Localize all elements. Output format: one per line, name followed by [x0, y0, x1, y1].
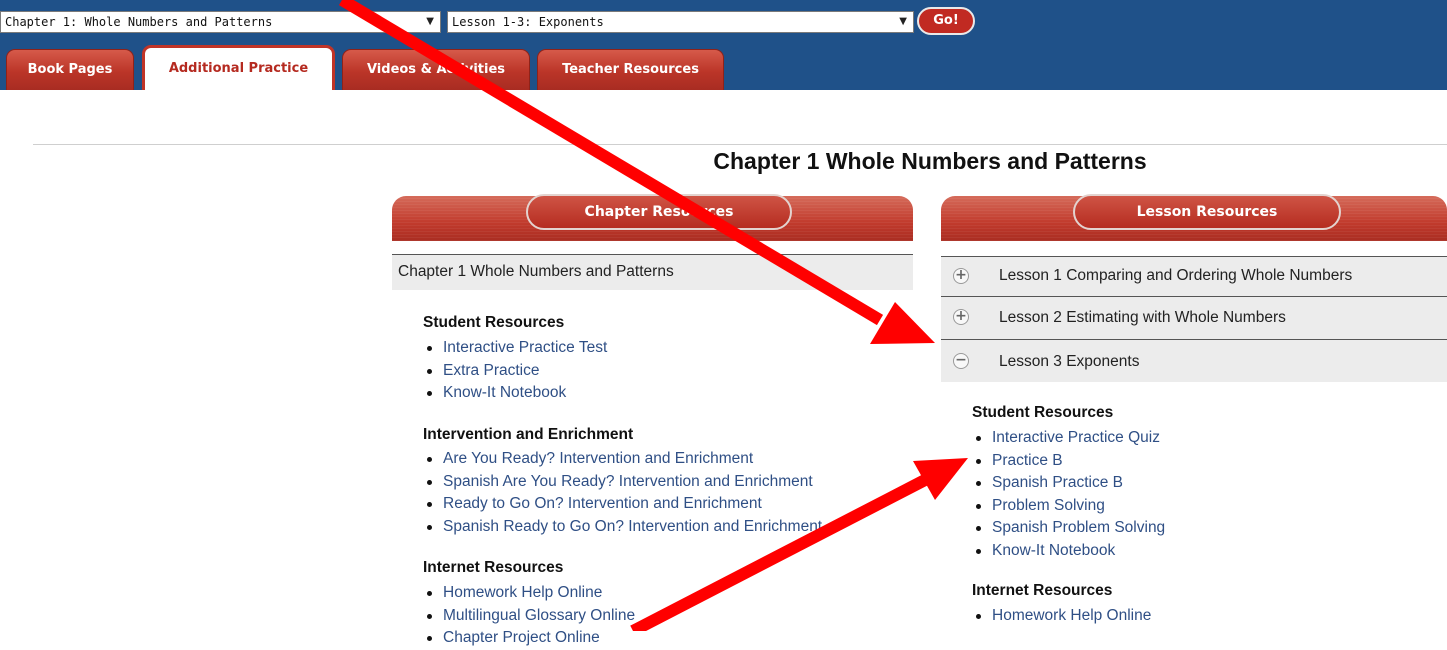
lesson-select-value: Lesson 1-3: Exponents	[452, 15, 604, 29]
dropdown-arrow-icon: ▼	[426, 16, 434, 27]
chapter-resources-header: Chapter Resources	[392, 194, 913, 241]
resource-link[interactable]: Practice B	[972, 450, 1165, 473]
divider	[33, 144, 1447, 145]
resource-link[interactable]: Spanish Ready to Go On? Intervention and…	[423, 516, 822, 539]
section-heading: Internet Resources	[972, 582, 1113, 599]
lesson-resources-header: Lesson Resources	[941, 194, 1447, 241]
chapter-internet-list: Homework Help Online Multilingual Glossa…	[423, 582, 635, 650]
lesson-internet-list: Homework Help Online	[972, 605, 1151, 628]
resource-link[interactable]: Multilingual Glossary Online	[423, 605, 635, 628]
tab-book-pages[interactable]: Book Pages	[6, 49, 134, 90]
chapter-select[interactable]: Chapter 1: Whole Numbers and Patterns ▼	[0, 11, 441, 33]
go-button[interactable]: Go!	[917, 7, 975, 35]
lesson-resources-title: Lesson Resources	[1073, 194, 1341, 230]
section-heading: Intervention and Enrichment	[423, 426, 634, 443]
lesson-student-resources-list: Interactive Practice Quiz Practice B Spa…	[972, 427, 1165, 562]
lesson-row-label: Lesson 1 Comparing and Ordering Whole Nu…	[999, 267, 1353, 284]
resource-link[interactable]: Spanish Are You Ready? Intervention and …	[423, 471, 822, 494]
chapter-student-resources-list: Interactive Practice Test Extra Practice…	[423, 337, 607, 405]
resource-link[interactable]: Chapter Project Online	[423, 627, 635, 650]
page-title: Chapter 1 Whole Numbers and Patterns	[713, 148, 1147, 174]
top-navigation-bar: Chapter 1: Whole Numbers and Patterns ▼ …	[0, 0, 1447, 90]
resource-link[interactable]: Extra Practice	[423, 360, 607, 383]
chapter-select-value: Chapter 1: Whole Numbers and Patterns	[5, 15, 273, 29]
section-heading: Internet Resources	[423, 559, 564, 576]
lesson-row-label: Lesson 3 Exponents	[999, 353, 1140, 370]
resource-link[interactable]: Know-It Notebook	[972, 540, 1165, 563]
chapter-intervention-list: Are You Ready? Intervention and Enrichme…	[423, 448, 822, 538]
annotation-arrow-1-head	[870, 302, 935, 344]
collapse-minus-icon[interactable]: −	[953, 353, 969, 369]
expand-plus-icon[interactable]: +	[953, 309, 969, 325]
resource-link[interactable]: Problem Solving	[972, 495, 1165, 518]
expand-plus-icon[interactable]: +	[953, 268, 969, 284]
resource-link[interactable]: Interactive Practice Quiz	[972, 427, 1165, 450]
chapter-row-label: Chapter 1 Whole Numbers and Patterns	[398, 263, 674, 280]
section-heading: Student Resources	[972, 404, 1114, 421]
resource-link[interactable]: Know-It Notebook	[423, 382, 607, 405]
lesson-select[interactable]: Lesson 1-3: Exponents ▼	[447, 11, 914, 33]
resource-link[interactable]: Homework Help Online	[972, 605, 1151, 628]
resource-link[interactable]: Spanish Problem Solving	[972, 517, 1165, 540]
resource-link[interactable]: Ready to Go On? Intervention and Enrichm…	[423, 493, 822, 516]
resource-link[interactable]: Interactive Practice Test	[423, 337, 607, 360]
chapter-row[interactable]: Chapter 1 Whole Numbers and Patterns	[392, 254, 913, 290]
dropdown-arrow-icon: ▼	[899, 16, 907, 27]
tab-teacher-resources[interactable]: Teacher Resources	[537, 49, 724, 90]
lesson-row-3[interactable]: − Lesson 3 Exponents	[941, 339, 1447, 382]
lesson-row-label: Lesson 2 Estimating with Whole Numbers	[999, 309, 1286, 326]
lesson-row-2[interactable]: + Lesson 2 Estimating with Whole Numbers	[941, 296, 1447, 339]
section-heading: Student Resources	[423, 314, 565, 331]
tab-videos-activities[interactable]: Videos & Activities	[342, 49, 530, 90]
chapter-resources-title: Chapter Resources	[526, 194, 792, 230]
lesson-row-1[interactable]: + Lesson 1 Comparing and Ordering Whole …	[941, 256, 1447, 296]
resource-link[interactable]: Spanish Practice B	[972, 472, 1165, 495]
resource-link[interactable]: Are You Ready? Intervention and Enrichme…	[423, 448, 822, 471]
resource-link[interactable]: Homework Help Online	[423, 582, 635, 605]
tab-additional-practice[interactable]: Additional Practice	[142, 45, 335, 90]
annotation-arrow-2-head	[913, 458, 968, 500]
